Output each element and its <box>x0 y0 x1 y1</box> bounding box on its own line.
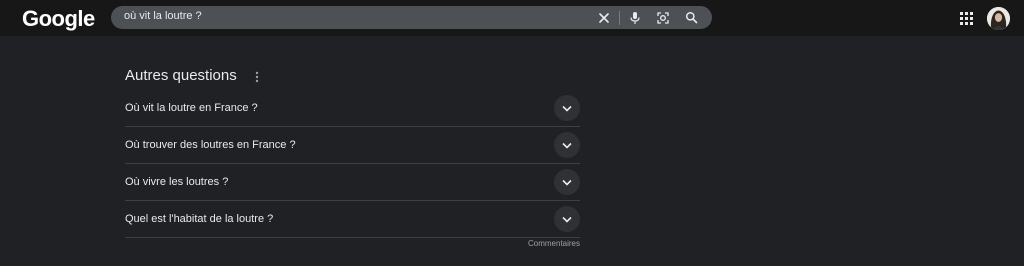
paa-header: Autres questions <box>125 66 580 86</box>
question-item[interactable]: Où trouver des loutres en France ? <box>125 127 580 164</box>
search-divider <box>619 11 620 25</box>
feedback-link[interactable]: Commentaires <box>528 239 580 248</box>
question-text: Où trouver des loutres en France ? <box>125 139 296 151</box>
question-text: Quel est l'habitat de la loutre ? <box>125 213 274 225</box>
more-options-icon[interactable] <box>253 70 261 84</box>
question-text: Où vivre les loutres ? <box>125 176 229 188</box>
chevron-down-icon[interactable] <box>554 206 580 232</box>
microphone-icon[interactable] <box>626 9 643 26</box>
google-logo[interactable]: Google <box>22 6 95 32</box>
search-box[interactable]: où vit la loutre ? <box>111 6 712 29</box>
question-text: Où vit la loutre en France ? <box>125 102 258 114</box>
question-item[interactable]: Où vivre les loutres ? <box>125 164 580 201</box>
search-icon[interactable] <box>683 9 700 26</box>
question-item[interactable]: Quel est l'habitat de la loutre ? <box>125 201 580 238</box>
avatar[interactable] <box>987 7 1010 30</box>
paa-title: Autres questions <box>125 67 237 84</box>
chevron-down-icon[interactable] <box>554 169 580 195</box>
question-item[interactable]: Où vit la loutre en France ? <box>125 90 580 127</box>
lens-icon[interactable] <box>654 9 671 26</box>
search-input[interactable]: où vit la loutre ? <box>124 10 202 22</box>
apps-grid-icon[interactable] <box>958 10 975 27</box>
chevron-down-icon[interactable] <box>554 132 580 158</box>
clear-icon[interactable] <box>595 9 612 26</box>
top-bar: Google où vit la loutre ? <box>0 0 1024 36</box>
chevron-down-icon[interactable] <box>554 95 580 121</box>
